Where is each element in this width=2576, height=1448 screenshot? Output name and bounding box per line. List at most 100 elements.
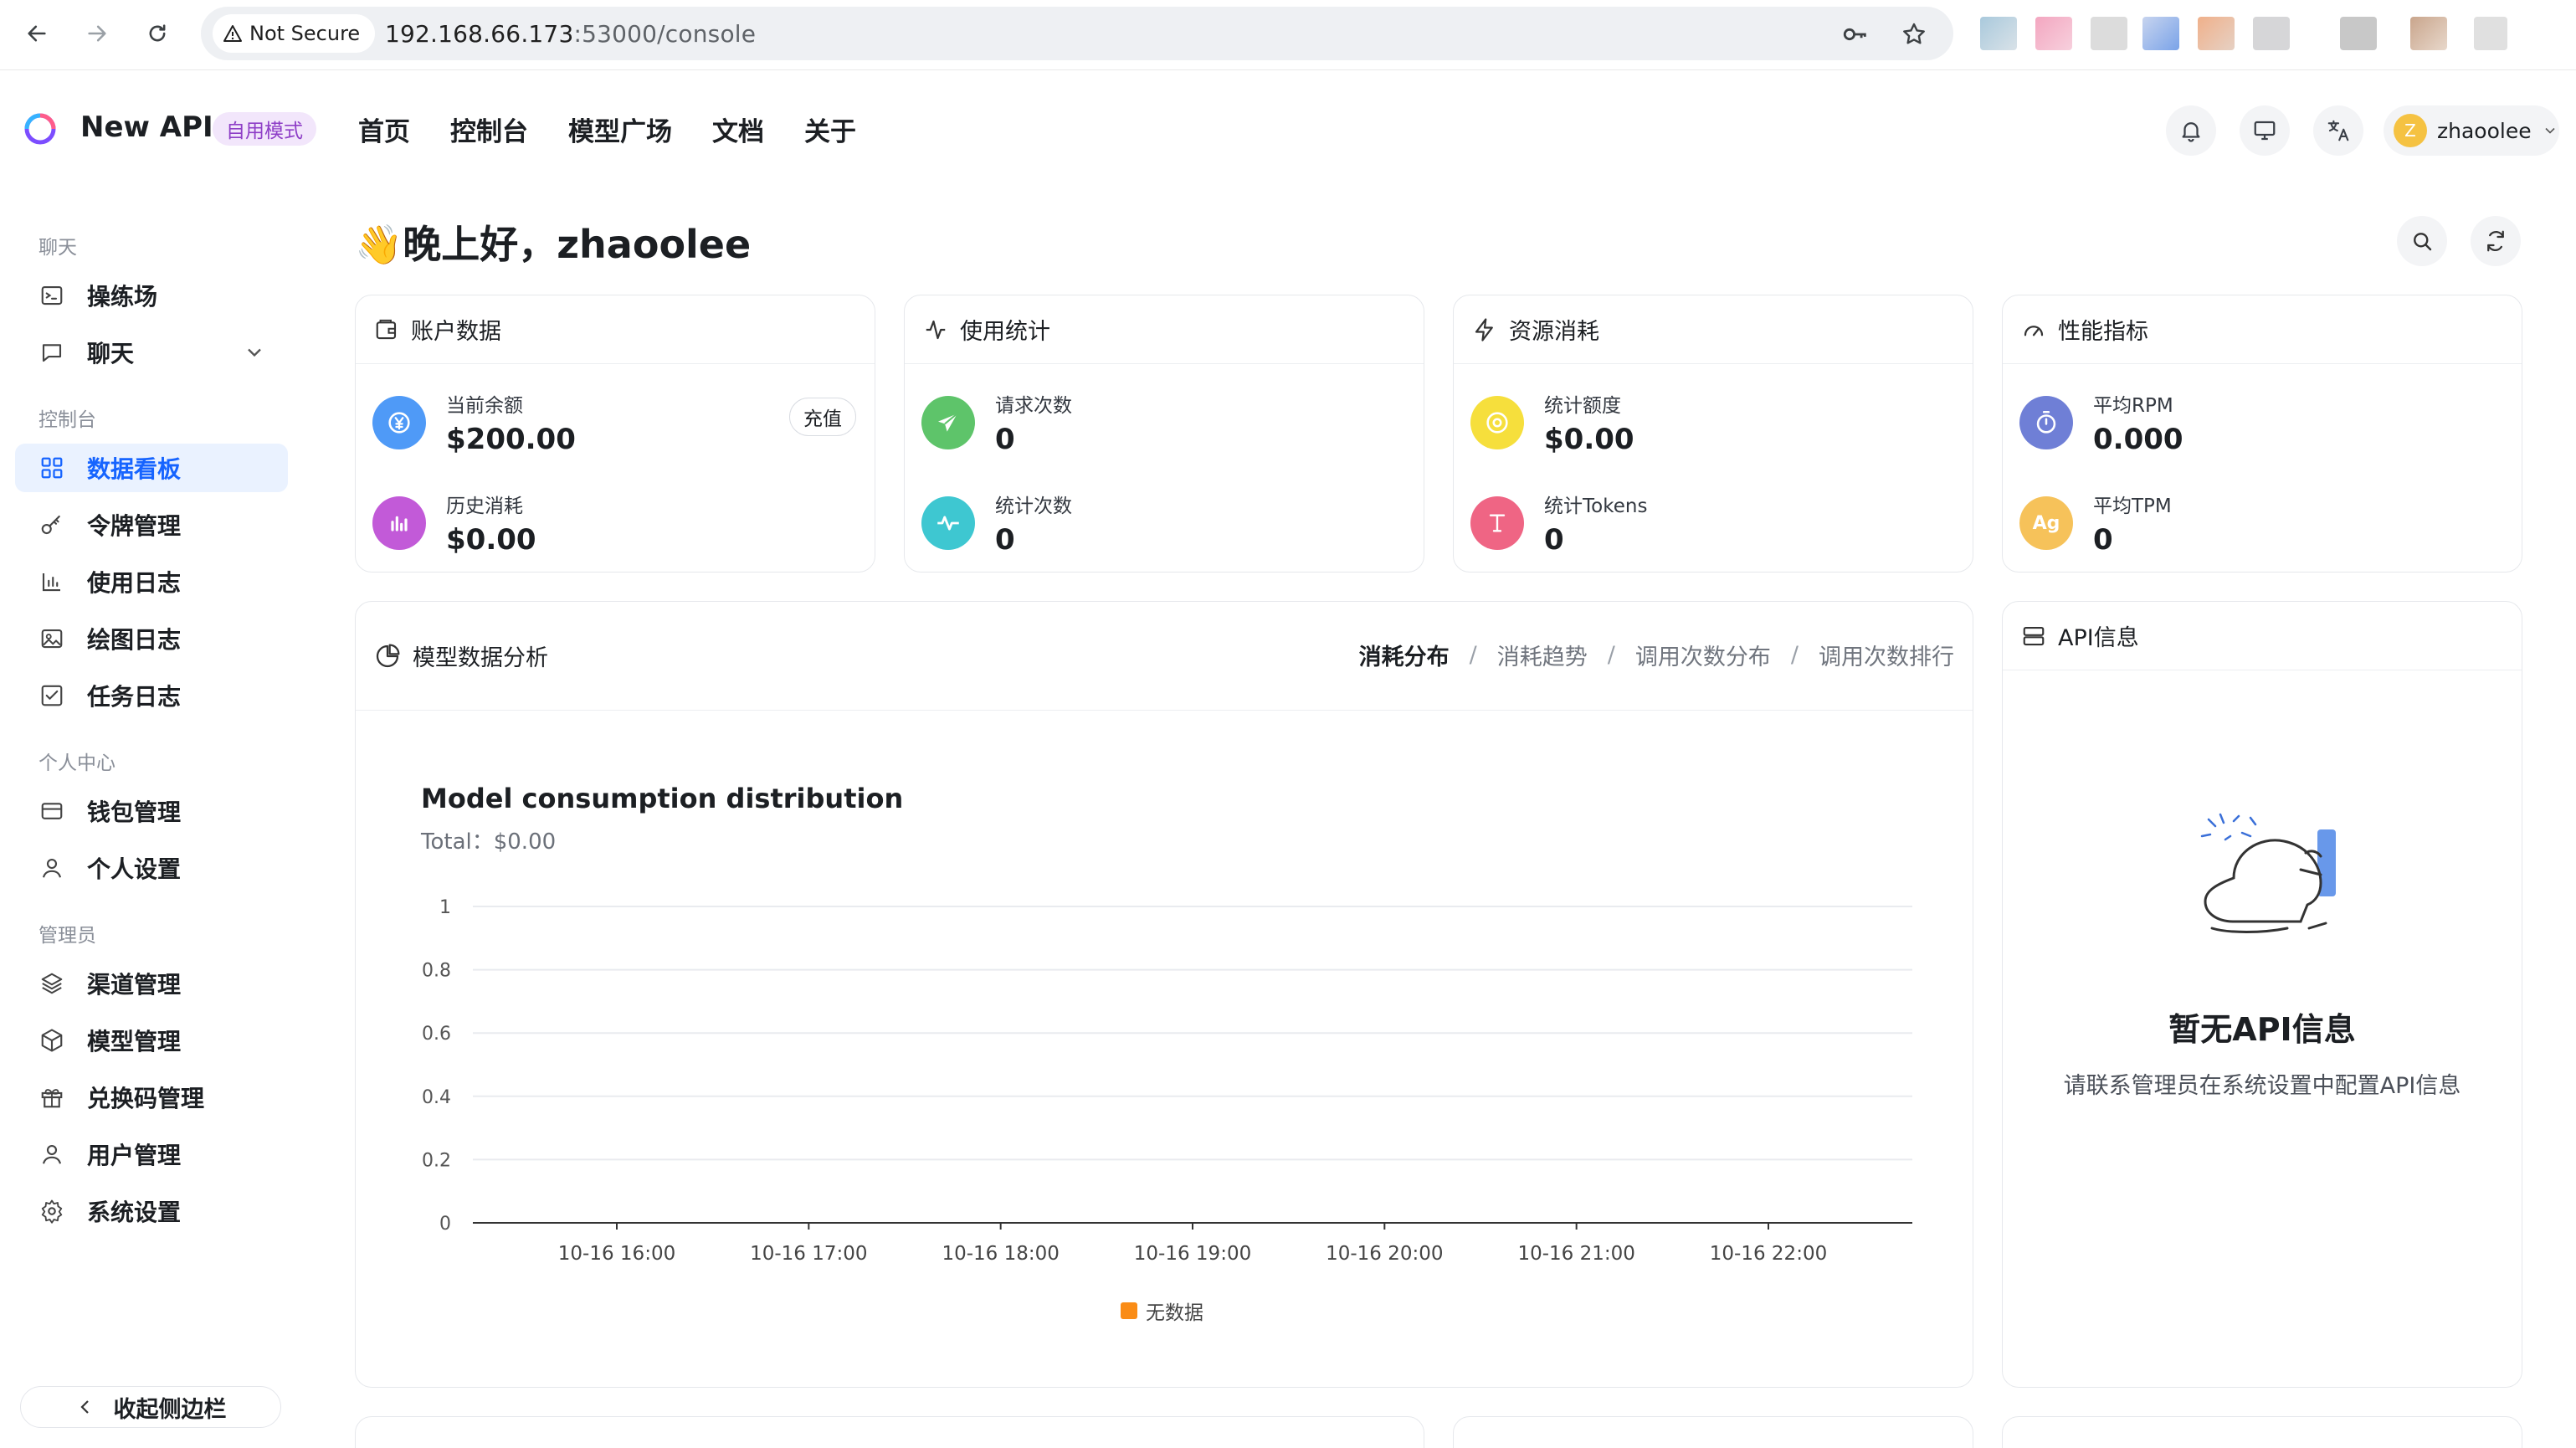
tpm-label: 平均TPM (2093, 496, 2172, 517)
extension-icon[interactable] (2198, 17, 2235, 50)
api-info-card: API信息 暂无API信息 请联系管理员在系统设置中配置API信息 (2002, 601, 2522, 1388)
extension-icon[interactable] (2340, 17, 2377, 50)
card-title: 性能指标 (2058, 319, 2148, 345)
collapse-sidebar-button[interactable]: 收起侧边栏 (20, 1386, 281, 1428)
sidebar-item-usage-log[interactable]: 使用日志 (15, 557, 288, 606)
refresh-icon (2487, 230, 2504, 252)
nav-model-market[interactable]: 模型广场 (568, 110, 672, 148)
tokens-stat: 统计Tokens 0 (1470, 490, 1647, 557)
sidebar-group-admin: 管理员 (38, 925, 96, 947)
legend-swatch (1121, 1302, 1137, 1319)
sidebar-item-label: 任务日志 (87, 683, 182, 711)
x-tick-label: 10-16 22:00 (1710, 1243, 1827, 1265)
sidebar-item-label: 令牌管理 (87, 512, 182, 540)
balance-label: 当前余额 (446, 395, 523, 417)
extension-icon[interactable] (2253, 17, 2290, 50)
sidebar-item-drawing-log[interactable]: 绘图日志 (15, 614, 288, 663)
extension-icon[interactable] (2142, 17, 2179, 50)
tokens-label: 统计Tokens (1544, 496, 1648, 517)
nav-docs[interactable]: 文档 (712, 110, 764, 148)
sidebar-item-label: 绘图日志 (87, 626, 182, 654)
search-button[interactable] (2397, 216, 2447, 266)
usage-stats-card: 使用统计 请求次数 0 统计次数 0 (904, 295, 1424, 573)
legend-label: 无数据 (1146, 1302, 1203, 1324)
recharge-button[interactable]: 充值 (789, 398, 856, 436)
new-api-logo-icon[interactable] (23, 112, 57, 146)
quota-label: 统计额度 (1544, 395, 1621, 417)
sidebar-item-task-log[interactable]: 任务日志 (15, 671, 288, 720)
sidebar-item-tokens[interactable]: 令牌管理 (15, 501, 288, 549)
warning-icon (223, 25, 242, 42)
requests-value: 0 (995, 423, 1015, 456)
sidebar-group-chat: 聊天 (38, 237, 77, 259)
wallet-card-icon (38, 798, 65, 824)
chart-legend[interactable]: 无数据 (1121, 1297, 1203, 1325)
forward-icon[interactable] (77, 13, 117, 54)
history-value: $0.00 (446, 523, 536, 557)
profile-icon[interactable] (2410, 17, 2447, 50)
extensions-area (1975, 12, 2561, 59)
address-bar[interactable]: Not Secure 192.168.66.173:53000/console (201, 7, 1953, 60)
y-tick-label: 0.6 (422, 1024, 451, 1045)
card-header: 账户数据 (356, 295, 875, 364)
bar-chart-icon (372, 496, 426, 550)
sidebar-item-playground[interactable]: 操练场 (15, 271, 288, 320)
reload-icon[interactable] (137, 13, 177, 54)
sidebar-item-label: 系统设置 (87, 1199, 182, 1226)
display-theme-icon[interactable] (2240, 105, 2290, 156)
bar-chart-icon (38, 568, 65, 595)
password-key-icon[interactable] (1841, 20, 1870, 49)
gear-icon (38, 1198, 65, 1225)
card-header: 性能指标 (2003, 295, 2522, 364)
extension-icon[interactable] (2091, 17, 2127, 50)
sidebar-item-redemption[interactable]: 兑换码管理 (15, 1073, 288, 1122)
url-host: 192.168.66.173 (385, 20, 574, 48)
refresh-button[interactable] (2471, 216, 2521, 266)
chat-bubble-icon (38, 339, 65, 366)
extension-icon[interactable] (2035, 17, 2072, 50)
rpm-label: 平均RPM (2093, 395, 2173, 417)
tpm-stat: Ag 平均TPM 0 (2019, 490, 2172, 557)
sidebar-item-users[interactable]: 用户管理 (15, 1130, 288, 1178)
card-title: 使用统计 (960, 319, 1050, 345)
balance-stat: 当前余额 $200.00 (372, 389, 576, 456)
app-name[interactable]: New API (80, 110, 213, 144)
menu-icon[interactable] (2474, 17, 2507, 50)
sidebar-item-models[interactable]: 模型管理 (15, 1016, 288, 1065)
send-icon (921, 396, 975, 449)
count-label: 统计次数 (995, 496, 1072, 517)
url-text[interactable]: 192.168.66.173:53000/console (385, 20, 756, 48)
sidebar-item-channels[interactable]: 渠道管理 (15, 959, 288, 1008)
tpm-value: 0 (2093, 523, 2113, 557)
sidebar-item-system-settings[interactable]: 系统设置 (15, 1187, 288, 1235)
sidebar-item-chat[interactable]: 聊天 (15, 328, 288, 377)
back-icon[interactable] (17, 13, 57, 54)
cube-icon (38, 1027, 65, 1054)
sidebar-item-label: 个人设置 (87, 855, 182, 883)
requests-label: 请求次数 (995, 395, 1072, 417)
nav-about[interactable]: 关于 (804, 110, 856, 148)
chevron-down-icon (2545, 127, 2555, 134)
not-secure-chip[interactable]: Not Secure (213, 14, 376, 53)
history-label: 历史消耗 (446, 496, 523, 517)
sidebar-item-label: 模型管理 (87, 1028, 182, 1055)
x-tick-label: 10-16 18:00 (942, 1243, 1059, 1265)
nav-console[interactable]: 控制台 (450, 110, 528, 148)
nav-home[interactable]: 首页 (358, 110, 410, 148)
bookmark-star-icon[interactable] (1900, 20, 1928, 49)
language-translate-icon[interactable] (2313, 105, 2363, 156)
wallet-icon (376, 319, 397, 339)
notification-bell-icon[interactable] (2166, 105, 2216, 156)
sidebar-item-personal-settings[interactable]: 个人设置 (15, 844, 288, 892)
mode-badge: 自用模式 (213, 112, 316, 146)
sidebar-item-wallet[interactable]: 钱包管理 (15, 787, 288, 835)
lightning-icon (1475, 317, 1493, 341)
sidebar-item-dashboard[interactable]: 数据看板 (15, 444, 288, 492)
user-icon (38, 1141, 65, 1168)
extension-icon[interactable] (1980, 17, 2017, 50)
rpm-stat: 平均RPM 0.000 (2019, 389, 2183, 456)
user-menu[interactable]: Z zhaoolee (2384, 105, 2559, 156)
sidebar: 聊天 操练场 聊天 控制台 数据看板 令牌管理 使用日志 绘图日志 任务日志 个… (0, 184, 301, 1448)
chevron-down-icon[interactable] (243, 341, 266, 364)
image-icon (38, 625, 65, 652)
